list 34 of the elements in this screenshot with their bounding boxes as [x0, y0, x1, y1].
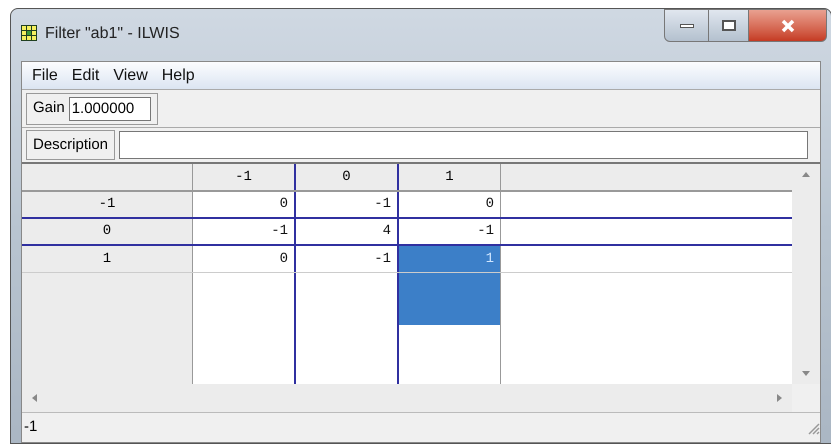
- menu-item[interactable]: Edit: [66, 64, 106, 88]
- menu-item[interactable]: Help: [156, 64, 201, 88]
- description-label: Description: [26, 130, 116, 160]
- row-header[interactable]: 1: [22, 246, 193, 272]
- menu-item[interactable]: View: [107, 64, 154, 88]
- table-cell[interactable]: 0: [193, 192, 296, 217]
- window-title: Filter "ab1" - ILWIS: [45, 24, 180, 44]
- minimize-button[interactable]: [664, 9, 709, 42]
- menu-item[interactable]: File: [26, 64, 64, 88]
- scroll-up-icon[interactable]: [802, 172, 810, 177]
- column-header[interactable]: -1: [193, 164, 296, 190]
- close-button[interactable]: [749, 9, 827, 42]
- table-cell[interactable]: -1: [399, 219, 501, 244]
- close-icon: [780, 18, 796, 32]
- column-header[interactable]: 1: [399, 164, 501, 190]
- resize-grip-icon[interactable]: [806, 420, 820, 434]
- scroll-right-icon[interactable]: [777, 394, 782, 402]
- gain-label: Gain: [33, 98, 65, 118]
- table-cell[interactable]: 4: [296, 219, 399, 244]
- row-header[interactable]: 0: [22, 219, 193, 244]
- scroll-down-icon[interactable]: [802, 371, 810, 376]
- description-field[interactable]: [119, 131, 808, 159]
- horizontal-scrollbar[interactable]: [22, 384, 792, 412]
- scroll-left-icon[interactable]: [32, 394, 37, 402]
- gain-field[interactable]: 1.000000: [68, 96, 151, 120]
- status-text: -1: [24, 417, 38, 438]
- grid-icon: [21, 25, 37, 41]
- column-header[interactable]: 0: [296, 164, 399, 190]
- vertical-scrollbar[interactable]: [792, 164, 820, 384]
- table-cell[interactable]: -1: [296, 192, 399, 217]
- table-cell[interactable]: -1: [193, 219, 296, 244]
- row-header[interactable]: -1: [22, 192, 193, 217]
- maximize-button[interactable]: [709, 9, 749, 42]
- table-cell[interactable]: 0: [399, 192, 501, 217]
